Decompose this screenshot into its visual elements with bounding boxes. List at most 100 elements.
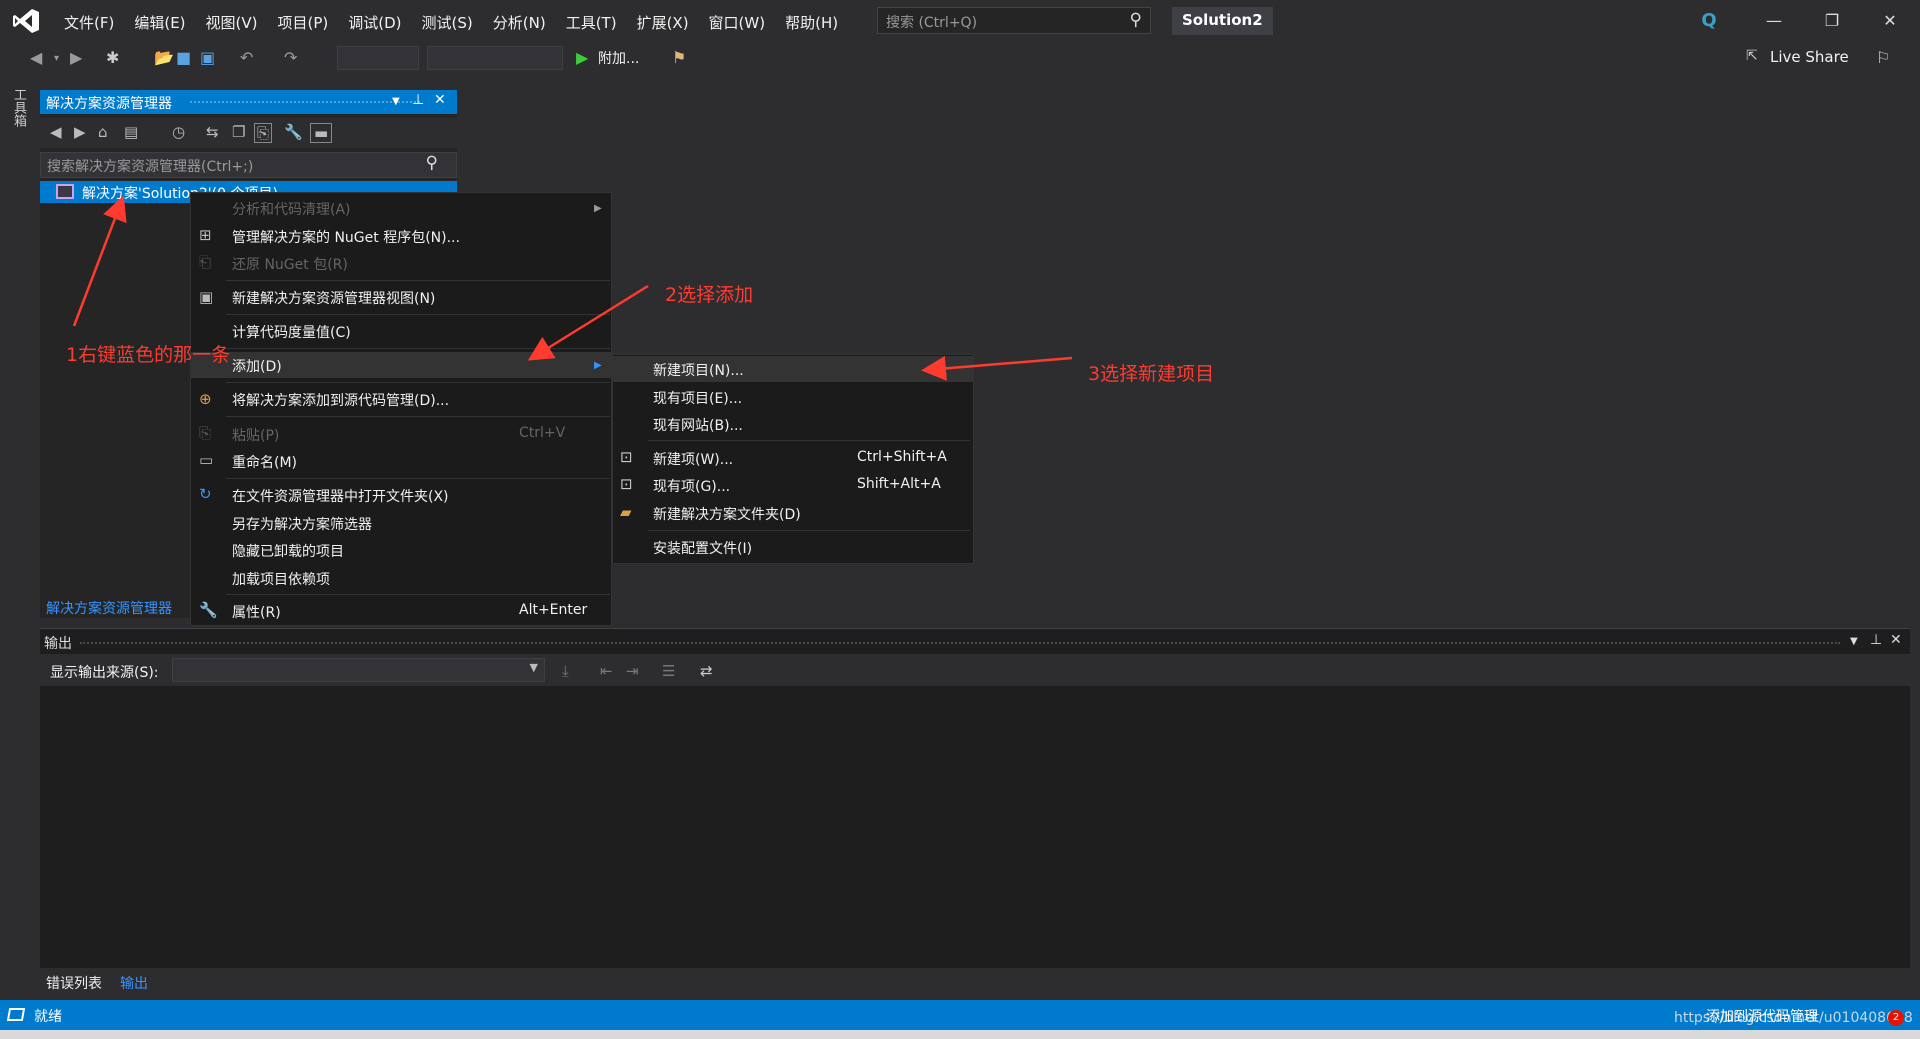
configuration-dropdown[interactable] bbox=[337, 46, 419, 70]
restore-button[interactable]: ❐ bbox=[1810, 6, 1854, 36]
platform-dropdown[interactable] bbox=[427, 46, 563, 70]
live-share-button[interactable]: Live Share bbox=[1770, 48, 1849, 66]
menu-test[interactable]: 测试(S) bbox=[412, 10, 483, 35]
separator bbox=[226, 348, 610, 349]
menu-edit[interactable]: 编辑(E) bbox=[124, 10, 195, 35]
annotation-step1: 1右键蓝色的那一条 bbox=[66, 344, 231, 366]
submenu-item-new-folder[interactable]: 新建解决方案文件夹(D) bbox=[653, 504, 801, 524]
menu-analyze[interactable]: 分析(N) bbox=[483, 10, 556, 35]
menu-item-load-dependencies[interactable]: 加载项目依赖项 bbox=[232, 569, 330, 589]
menu-item-rename[interactable]: 重命名(M) bbox=[232, 452, 297, 472]
home-icon[interactable]: ⌂ bbox=[98, 123, 108, 141]
menu-item-add-source-control[interactable]: 将解决方案添加到源代码管理(D)... bbox=[232, 390, 449, 410]
menu-window[interactable]: 窗口(W) bbox=[699, 10, 776, 35]
attach-button[interactable]: 附加... bbox=[598, 48, 639, 68]
menu-extensions[interactable]: 扩展(X) bbox=[627, 10, 699, 35]
clear-all-icon[interactable]: ☰ bbox=[662, 662, 675, 680]
forward-icon[interactable]: ▶ bbox=[74, 123, 86, 141]
submenu-item-existing-website[interactable]: 现有网站(B)... bbox=[653, 415, 743, 435]
undo-icon[interactable]: ↶ bbox=[240, 48, 253, 67]
feedback-icon[interactable]: ⚐ bbox=[1876, 48, 1890, 67]
solution-icon bbox=[56, 184, 74, 199]
menu-item-hide-unloaded[interactable]: 隐藏已卸载的项目 bbox=[232, 541, 344, 561]
forward-icon[interactable]: ▶ bbox=[70, 48, 82, 67]
minimize-button[interactable]: — bbox=[1752, 6, 1796, 36]
separator bbox=[226, 280, 610, 281]
word-wrap-icon[interactable]: ⇄ bbox=[700, 662, 713, 680]
window-position-icon[interactable]: ▼ bbox=[392, 96, 400, 107]
submenu-item-existing-project[interactable]: 现有项目(E)... bbox=[653, 388, 742, 408]
existing-item-icon: ⊡ bbox=[620, 475, 633, 493]
menu-view[interactable]: 视图(V) bbox=[196, 10, 268, 35]
collapse-all-icon[interactable]: ❐ bbox=[232, 123, 245, 141]
submenu-item-new-project[interactable]: 新建项目(N)... bbox=[653, 360, 744, 380]
menu-project[interactable]: 项目(P) bbox=[268, 10, 339, 35]
find-message-icon[interactable]: ⤓ bbox=[562, 662, 569, 680]
new-project-icon[interactable]: ✱ bbox=[106, 48, 119, 67]
submenu-item-install-config[interactable]: 安装配置文件(I) bbox=[653, 538, 752, 558]
show-all-files-icon[interactable]: ⎘ bbox=[254, 123, 273, 143]
search-input[interactable]: 搜索 (Ctrl+Q) ⚲ bbox=[877, 7, 1151, 34]
back-icon[interactable]: ◀ bbox=[50, 123, 62, 141]
separator bbox=[226, 314, 610, 315]
back-dropdown-icon[interactable]: ▾ bbox=[54, 53, 59, 64]
menu-item-restore-nuget[interactable]: 还原 NuGet 包(R) bbox=[232, 254, 348, 274]
submenu-item-existing-item[interactable]: 现有项(G)... bbox=[653, 476, 730, 496]
next-message-icon[interactable]: ⇥ bbox=[626, 662, 639, 680]
menu-item-add[interactable]: 添加(D) bbox=[232, 356, 282, 376]
rename-icon: ▭ bbox=[199, 451, 214, 469]
solution-explorer-search[interactable]: 搜索解决方案资源管理器(Ctrl+;) ⚲ bbox=[40, 152, 457, 178]
menu-tools[interactable]: 工具(T) bbox=[556, 10, 627, 35]
menu-help[interactable]: 帮助(H) bbox=[775, 10, 848, 35]
toolbox-tab[interactable]: 工具箱 bbox=[10, 88, 28, 127]
search-placeholder: 搜索 (Ctrl+Q) bbox=[886, 15, 978, 31]
share-icon[interactable]: ⇱ bbox=[1746, 48, 1758, 64]
menu-file[interactable]: 文件(F) bbox=[54, 10, 124, 35]
solution-explorer-tab[interactable]: 解决方案资源管理器 bbox=[46, 598, 172, 618]
close-button[interactable]: ✕ bbox=[1868, 6, 1912, 36]
menu-bar: 文件(F) 编辑(E) 视图(V) 项目(P) 调试(D) 测试(S) 分析(N… bbox=[54, 10, 848, 35]
nuget-icon: ⊞ bbox=[199, 226, 212, 244]
window-position-icon[interactable]: ▼ bbox=[1850, 636, 1858, 647]
pin-icon[interactable]: ⊥ bbox=[412, 92, 424, 108]
menu-item-analyze-cleanup[interactable]: 分析和代码清理(A) bbox=[232, 199, 351, 219]
properties-icon[interactable]: 🔧 bbox=[284, 123, 303, 141]
close-icon[interactable]: ✕ bbox=[434, 92, 446, 108]
menu-item-open-in-explorer[interactable]: 在文件资源管理器中打开文件夹(X) bbox=[232, 486, 449, 506]
tab-error-list[interactable]: 错误列表 bbox=[46, 973, 102, 993]
pin-icon[interactable]: ⊥ bbox=[1870, 632, 1882, 648]
solution-explorer-title-bar: 解决方案资源管理器 ▼ ⊥ ✕ bbox=[40, 90, 457, 114]
submenu-item-new-item[interactable]: 新建项(W)... bbox=[653, 449, 733, 469]
open-folder-icon[interactable]: 📂 bbox=[154, 48, 174, 67]
menu-item-manage-nuget[interactable]: 管理解决方案的 NuGet 程序包(N)... bbox=[232, 227, 460, 247]
preview-icon[interactable]: ▬ bbox=[310, 123, 333, 143]
menu-item-code-metrics[interactable]: 计算代码度量值(C) bbox=[232, 322, 351, 342]
new-item-icon: ⊡ bbox=[620, 448, 633, 466]
menu-debug[interactable]: 调试(D) bbox=[338, 10, 411, 35]
close-icon[interactable]: ✕ bbox=[1890, 632, 1902, 648]
pending-changes-icon[interactable]: ◷ bbox=[172, 123, 185, 141]
prev-message-icon[interactable]: ⇤ bbox=[600, 662, 613, 680]
save-all-icon[interactable]: ▣ bbox=[200, 48, 215, 67]
save-icon[interactable]: ■ bbox=[176, 48, 191, 67]
notification-badge[interactable]: 2 bbox=[1888, 1010, 1904, 1026]
tab-output[interactable]: 输出 bbox=[120, 973, 148, 993]
switch-views-icon[interactable]: ▤ bbox=[124, 123, 138, 141]
menu-item-properties[interactable]: 属性(R) bbox=[232, 602, 281, 622]
menu-item-new-view[interactable]: 新建解决方案资源管理器视图(N) bbox=[232, 288, 435, 308]
menu-item-paste[interactable]: 粘贴(P) bbox=[232, 425, 279, 445]
browse-icon[interactable]: ⚑ bbox=[672, 48, 686, 67]
shortcut-new-item: Ctrl+Shift+A bbox=[857, 449, 947, 465]
title-grip bbox=[190, 101, 420, 103]
sync-icon[interactable]: ⇆ bbox=[206, 123, 219, 141]
output-source-select[interactable]: ▼ bbox=[172, 658, 545, 682]
restore-icon: ⎗ bbox=[199, 253, 212, 271]
account-icon[interactable]: Q bbox=[1696, 8, 1722, 34]
add-to-source-control-button[interactable]: 添加到源代码管理 bbox=[1706, 1006, 1818, 1026]
menu-item-save-filter[interactable]: 另存为解决方案筛选器 bbox=[232, 514, 372, 534]
redo-icon[interactable]: ↷ bbox=[284, 48, 297, 67]
start-icon[interactable]: ▶ bbox=[576, 48, 588, 67]
back-icon[interactable]: ◀ bbox=[30, 48, 42, 67]
shortcut-properties: Alt+Enter bbox=[519, 602, 588, 618]
shortcut-existing-item: Shift+Alt+A bbox=[857, 476, 941, 492]
